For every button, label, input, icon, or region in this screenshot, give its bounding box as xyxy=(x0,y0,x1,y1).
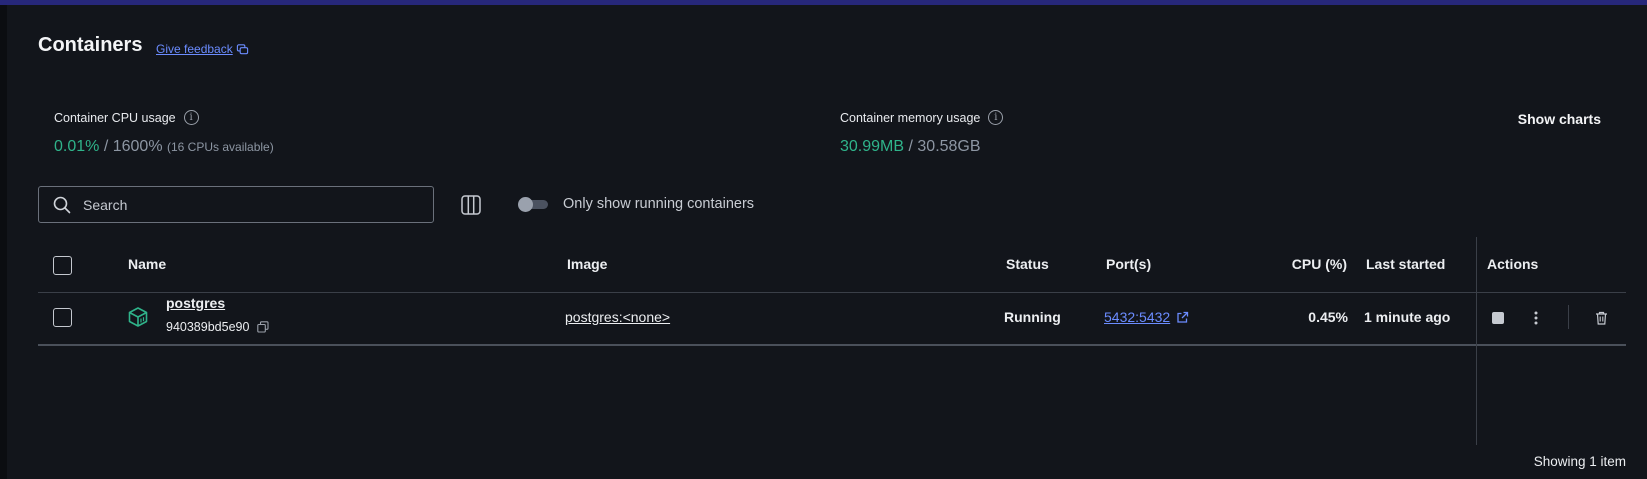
search-icon xyxy=(53,196,71,213)
memory-used: 30.99MB xyxy=(840,138,905,155)
item-count: Showing 1 item xyxy=(1533,454,1626,469)
header-name[interactable]: Name xyxy=(128,256,166,272)
cpu-value: 0.45% xyxy=(1308,309,1348,325)
external-link-icon[interactable] xyxy=(1176,311,1189,324)
delete-button[interactable] xyxy=(1592,308,1610,328)
actions-column-divider xyxy=(1476,237,1477,445)
page-title: Containers xyxy=(38,34,143,56)
image-link[interactable]: postgres:<none> xyxy=(565,309,670,325)
port-cell: 5432:5432 xyxy=(1104,309,1189,325)
feedback-icon xyxy=(236,43,248,54)
header-divider xyxy=(38,292,1626,293)
more-vertical-icon xyxy=(1534,311,1538,325)
give-feedback-link[interactable]: Give feedback xyxy=(156,42,249,56)
header-status[interactable]: Status xyxy=(1006,256,1049,272)
memory-usage-label: Container memory usage xyxy=(840,110,981,125)
container-name-link[interactable]: postgres xyxy=(166,295,225,311)
container-id: 940389bd5e90 xyxy=(166,320,250,334)
left-edge-strip xyxy=(0,5,7,479)
cpu-usage-label: Container CPU usage xyxy=(54,110,176,125)
info-icon[interactable]: i xyxy=(988,110,1004,125)
cpu-usage-value: 0.01% / 1600% (16 CPUs available) xyxy=(54,138,274,155)
copy-icon[interactable] xyxy=(257,321,269,333)
port-link[interactable]: 5432:5432 xyxy=(1104,309,1170,325)
memory-total: 30.58GB xyxy=(917,138,981,155)
stop-button[interactable] xyxy=(1489,309,1507,327)
header-ports[interactable]: Port(s) xyxy=(1106,256,1151,272)
search-input[interactable] xyxy=(81,195,405,214)
stop-icon xyxy=(1492,312,1504,324)
memory-usage-value: 30.99MB / 30.58GB xyxy=(840,138,981,155)
info-icon[interactable]: i xyxy=(183,110,199,125)
give-feedback-label: Give feedback xyxy=(156,42,233,56)
row-divider xyxy=(38,344,1626,346)
status-value: Running xyxy=(1004,309,1061,325)
columns-icon[interactable] xyxy=(461,195,481,215)
toggle-knob xyxy=(518,197,533,212)
header-image[interactable]: Image xyxy=(567,256,607,272)
trash-icon xyxy=(1595,311,1607,325)
header-actions: Actions xyxy=(1487,256,1539,272)
running-only-label: Only show running containers xyxy=(563,196,755,212)
cpu-total: 1600% xyxy=(112,138,163,155)
select-all-checkbox[interactable] xyxy=(53,256,72,275)
header-cpu[interactable]: CPU (%) xyxy=(1280,256,1347,272)
last-started-value: 1 minute ago xyxy=(1364,309,1451,325)
actions-separator xyxy=(1568,305,1569,329)
row-checkbox[interactable] xyxy=(53,308,72,327)
header-last-started[interactable]: Last started xyxy=(1366,256,1445,272)
search-box[interactable] xyxy=(38,186,434,223)
cpu-note: (16 CPUs available) xyxy=(167,140,274,154)
cpu-used: 0.01% xyxy=(54,138,100,155)
top-accent-bar xyxy=(0,0,1647,5)
running-only-toggle[interactable] xyxy=(518,197,548,212)
memory-usage-label-row: Container memory usage i xyxy=(840,110,1004,125)
container-id-row: 940389bd5e90 xyxy=(166,320,269,334)
cpu-usage-label-row: Container CPU usage i xyxy=(54,110,199,125)
container-icon xyxy=(128,307,148,327)
more-options-button[interactable] xyxy=(1527,307,1545,329)
show-charts-button[interactable]: Show charts xyxy=(1518,111,1601,127)
